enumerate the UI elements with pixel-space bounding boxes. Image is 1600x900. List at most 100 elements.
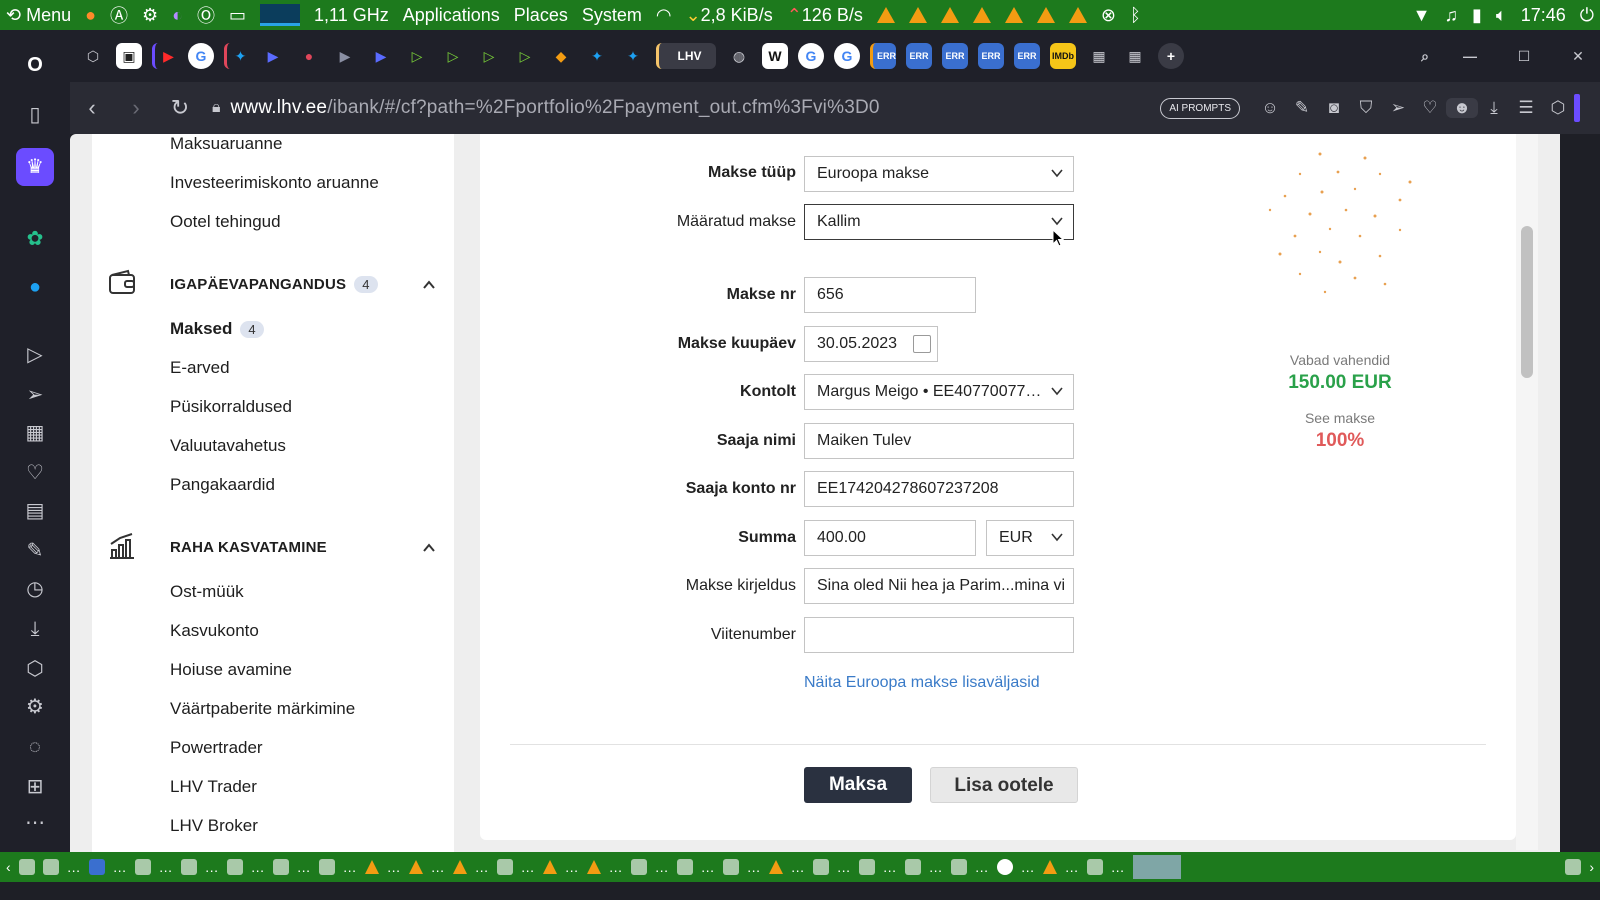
terminal-icon[interactable]: ▭: [229, 5, 246, 26]
nav-item-hoiuse-avamine[interactable]: Hoiuse avamine: [170, 660, 292, 680]
tab-err[interactable]: ERR: [1014, 43, 1040, 69]
notification-icon[interactable]: ♫: [1444, 5, 1458, 26]
taskbar-window[interactable]: [134, 859, 151, 875]
tab-play[interactable]: ▷: [440, 43, 466, 69]
volume-icon[interactable]: 🔈︎: [1496, 5, 1507, 26]
vlc-icon[interactable]: [1042, 860, 1057, 874]
edit-icon[interactable]: ✎: [22, 538, 48, 564]
new-tab-icon[interactable]: +: [1158, 43, 1184, 69]
download-icon[interactable]: ⤓: [22, 616, 48, 642]
nav-item-maksed[interactable]: Maksed 4: [170, 319, 264, 339]
vlc-icon[interactable]: [1036, 7, 1055, 23]
nav-item-e-arved[interactable]: E-arved: [170, 358, 230, 378]
vlc-icon[interactable]: [542, 860, 557, 874]
send-icon[interactable]: ➢: [22, 382, 48, 408]
xbox-icon[interactable]: ⊗: [1101, 5, 1116, 26]
section-raha-kasvatamine[interactable]: RAHA KASVATAMINE: [170, 539, 327, 556]
page-scrollbar[interactable]: [1516, 134, 1538, 850]
sidebar-toggle[interactable]: [1574, 94, 1580, 122]
search-tabs-icon[interactable]: ⌕: [1412, 43, 1438, 69]
battery-icon[interactable]: ▮: [1472, 5, 1482, 26]
vlc-icon[interactable]: [940, 7, 959, 23]
tab-err[interactable]: ERR: [978, 43, 1004, 69]
nav-item-pusikorraldused[interactable]: Püsikorraldused: [170, 397, 292, 417]
taskbar-active-window[interactable]: [1132, 855, 1181, 879]
nav-item-valuutavahetus[interactable]: Valuutavahetus: [170, 436, 286, 456]
ai-prompts-button[interactable]: AI PROMPTS: [1160, 97, 1240, 119]
taskbar-window[interactable]: [272, 859, 289, 875]
twitter-icon[interactable]: ●: [22, 274, 48, 300]
vlc-icon[interactable]: [876, 7, 895, 23]
nav-item-lhv-trader[interactable]: LHV Trader: [170, 777, 257, 797]
vlc-icon[interactable]: [586, 860, 601, 874]
tab-generic[interactable]: ▶: [368, 43, 394, 69]
tab-play[interactable]: ▷: [404, 43, 430, 69]
gear-icon[interactable]: ⚙: [22, 694, 48, 720]
vlc-icon[interactable]: [908, 7, 927, 23]
description-input[interactable]: Sina oled Nii hea ja Parim...mina vi: [804, 568, 1074, 604]
taskbar-window[interactable]: [630, 859, 647, 875]
profile-icon[interactable]: ☻: [1446, 98, 1478, 118]
system-menu[interactable]: System: [582, 5, 642, 26]
reload-icon[interactable]: ↻: [158, 95, 202, 121]
power-icon[interactable]: ⏻: [1580, 5, 1594, 26]
opera-icon[interactable]: Ⓞ: [197, 2, 215, 28]
tab-google[interactable]: G: [834, 43, 860, 69]
calendar-icon[interactable]: [913, 335, 931, 353]
tab-wikipedia[interactable]: W: [762, 43, 788, 69]
applications-menu[interactable]: Applications: [403, 5, 500, 26]
maximize-icon[interactable]: ☐: [1502, 43, 1546, 69]
heart-icon[interactable]: ♡: [1414, 98, 1446, 118]
taskbar-window[interactable]: [904, 859, 921, 875]
tab-generic[interactable]: ▶: [260, 43, 286, 69]
crown-icon[interactable]: ♛: [16, 148, 54, 186]
places-menu[interactable]: Places: [514, 5, 568, 26]
workspace-icon[interactable]: ⬡: [80, 43, 106, 69]
taskbar-window[interactable]: [812, 859, 829, 875]
tab-err[interactable]: ERR: [942, 43, 968, 69]
tab-google[interactable]: G: [188, 43, 214, 69]
url-field[interactable]: www.lhv.ee/ibank/#/cf?path=%2Fportfolio%…: [231, 97, 1161, 119]
tab-twitter[interactable]: ✦: [224, 43, 250, 69]
taskbar-right-arrow[interactable]: ›: [1589, 859, 1594, 875]
show-extra-fields-link[interactable]: Näita Euroopa makse lisaväljasid: [804, 674, 1040, 692]
tab-play[interactable]: ▷: [512, 43, 538, 69]
currency-select[interactable]: EUR: [986, 520, 1074, 556]
recipient-account-input[interactable]: EE174204278607237208: [804, 471, 1074, 507]
vlc-icon[interactable]: [364, 860, 379, 874]
vlc-icon[interactable]: [972, 7, 991, 23]
tab-generic[interactable]: ▶: [332, 43, 358, 69]
wifi-signal-icon[interactable]: ▼: [1413, 5, 1431, 26]
apps-icon[interactable]: ▦: [22, 420, 48, 446]
nav-item-ootel-tehingud[interactable]: Ootel tehingud: [170, 212, 281, 232]
forward-icon[interactable]: ›: [114, 95, 158, 121]
taskbar-window[interactable]: [676, 859, 693, 875]
wifi-icon[interactable]: ◠: [656, 5, 672, 26]
camera-icon[interactable]: ◙: [1318, 98, 1350, 118]
tab-twitter[interactable]: ✦: [584, 43, 610, 69]
pin-icon[interactable]: ⊞: [22, 774, 48, 800]
tab-lhv-active[interactable]: LHV: [656, 43, 716, 69]
nav-item-powertrader[interactable]: Powertrader: [170, 738, 263, 758]
box-icon[interactable]: ⬡: [1542, 98, 1574, 118]
tor-icon[interactable]: ◐: [172, 5, 183, 26]
lock-icon[interactable]: 🔒︎: [212, 99, 221, 117]
news-icon[interactable]: ▤: [22, 498, 48, 524]
vlc-icon[interactable]: [768, 860, 783, 874]
nav-item-kasvukonto[interactable]: Kasvukonto: [170, 621, 259, 641]
vlc-icon[interactable]: [408, 860, 423, 874]
vlc-icon[interactable]: [1068, 7, 1087, 23]
player-icon[interactable]: ▷: [22, 342, 48, 368]
chevron-up-icon[interactable]: [422, 278, 436, 292]
reader-icon[interactable]: ▯: [22, 102, 48, 128]
tab-grid-icon[interactable]: ▦: [1122, 43, 1148, 69]
bluetooth-icon[interactable]: ᛒ: [1130, 5, 1141, 26]
easy-setup-icon[interactable]: ☰: [1510, 98, 1542, 118]
heart-icon[interactable]: ♡: [22, 460, 48, 486]
vlc-icon[interactable]: [452, 860, 467, 874]
box-icon[interactable]: ⬡: [22, 656, 48, 682]
taskbar-window[interactable]: [180, 859, 197, 875]
tab-metamask[interactable]: ◆: [548, 43, 574, 69]
taskbar-window[interactable]: [318, 859, 335, 875]
payment-number-input[interactable]: 656: [804, 277, 976, 313]
